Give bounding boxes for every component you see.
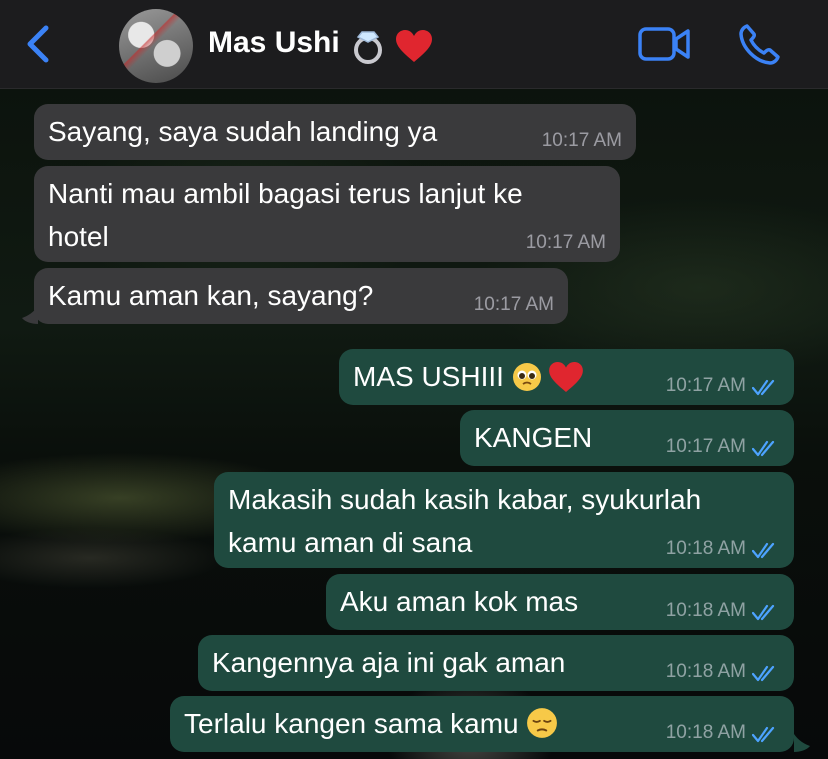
message-text: Sayang, saya sudah landing ya (48, 116, 438, 147)
message-timestamp: 10:17 AM (473, 294, 554, 315)
video-call-button[interactable] (638, 26, 690, 62)
message-bubble-outgoing[interactable]: KANGEN 10:17 AM (460, 410, 794, 466)
bubble-tail (794, 734, 810, 752)
phone-icon (739, 24, 780, 65)
back-button[interactable] (22, 22, 56, 66)
message-text: Terlalu kangen sama kamu (184, 708, 519, 739)
message-timestamp: 10:17 AM (665, 436, 746, 457)
message-timestamp: 10:17 AM (541, 130, 622, 151)
double-check-icon (752, 379, 775, 396)
message-bubble-incoming[interactable]: Kamu aman kan, sayang? 10:17 AM (34, 268, 568, 324)
contact-name-emojis (354, 30, 432, 64)
pleading-face-icon (512, 363, 541, 391)
message-text: MAS USHIII (353, 361, 504, 392)
contact-avatar[interactable] (119, 9, 193, 83)
double-check-icon (752, 604, 775, 621)
chevron-left-icon (27, 25, 49, 63)
message-bubble-outgoing[interactable]: Kangennya aja ini gak aman 10:18 AM (198, 635, 794, 691)
message-text: Nanti mau ambil bagasi terus lanjut ke h… (48, 178, 523, 252)
message-text: KANGEN (474, 422, 593, 453)
chat-header: Mas Ushi (0, 0, 828, 89)
message-timestamp: 10:17 AM (525, 232, 606, 253)
message-bubble-outgoing[interactable]: MAS USHIII 10:17 AM (339, 349, 794, 405)
message-text: Kamu aman kan, sayang? (48, 280, 374, 311)
message-timestamp: 10:18 AM (665, 661, 746, 682)
message-timestamp: 10:18 AM (665, 600, 746, 621)
message-bubble-outgoing[interactable]: Terlalu kangen sama kamu 10:18 AM (170, 696, 794, 752)
message-bubble-incoming[interactable]: Nanti mau ambil bagasi terus lanjut ke h… (34, 166, 620, 262)
message-bubble-outgoing[interactable]: Aku aman kok mas 10:18 AM (326, 574, 794, 630)
red-heart-icon (549, 362, 584, 392)
double-check-icon (752, 665, 775, 682)
message-bubble-incoming[interactable]: Sayang, saya sudah landing ya 10:17 AM (34, 104, 636, 160)
message-text: Makasih sudah kasih kabar, syukurlah kam… (228, 484, 702, 558)
message-bubble-outgoing[interactable]: Makasih sudah kasih kabar, syukurlah kam… (214, 472, 794, 568)
message-timestamp: 10:17 AM (665, 375, 746, 396)
contact-name[interactable]: Mas Ushi (208, 26, 340, 60)
red-heart-icon (396, 30, 432, 62)
message-text: Kangennya aja ini gak aman (212, 647, 566, 678)
double-check-icon (752, 542, 775, 559)
message-text: Aku aman kok mas (340, 586, 579, 617)
bubble-tail (22, 306, 38, 324)
message-timestamp: 10:18 AM (665, 722, 746, 743)
pensive-face-icon (527, 708, 558, 738)
video-camera-icon (638, 27, 690, 61)
double-check-icon (752, 440, 775, 457)
ring-icon (354, 31, 382, 64)
message-timestamp: 10:18 AM (665, 538, 746, 559)
double-check-icon (752, 726, 775, 743)
voice-call-button[interactable] (738, 22, 782, 66)
